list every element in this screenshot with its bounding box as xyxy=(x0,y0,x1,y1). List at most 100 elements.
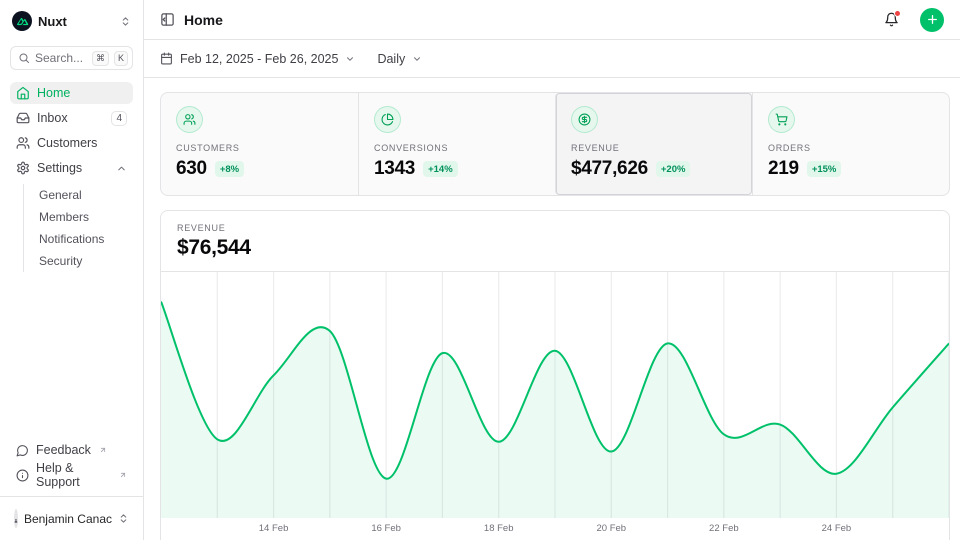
area-chart xyxy=(161,272,949,518)
stat-label: CONVERSIONS xyxy=(374,143,540,153)
chevron-up-icon xyxy=(116,163,127,174)
chart-plot[interactable]: 14 Feb 16 Feb 18 Feb 20 Feb 22 Feb 24 Feb xyxy=(161,272,949,540)
topbar: Home xyxy=(144,0,960,40)
subitem-label: Members xyxy=(39,210,89,224)
x-axis-tick: 24 Feb xyxy=(822,523,852,534)
users-icon xyxy=(16,136,30,150)
stat-value: 219 xyxy=(768,158,799,180)
pie-chart-icon xyxy=(381,113,394,126)
chevron-updown-icon xyxy=(118,513,129,524)
chevron-down-icon xyxy=(345,54,355,64)
app-window: Nuxt Search... ⌘ K Home Inbox 4 Customers Se… xyxy=(0,0,960,540)
sidebar-footer: Feedback Help & Support Benjamin Canac xyxy=(10,439,133,530)
gear-icon xyxy=(16,161,30,175)
sidebar-subitem-members[interactable]: Members xyxy=(35,206,133,228)
arrow-up-right-icon xyxy=(99,446,107,454)
content: CUSTOMERS 630 +8% CONVERSIONS 1343 +14% REVENU… xyxy=(144,78,960,540)
sidebar-item-customers[interactable]: Customers xyxy=(10,132,133,154)
revenue-chart-card: REVENUE $76,544 14 Feb 16 Feb 18 Feb 20 Feb… xyxy=(160,210,950,540)
period-value: Daily xyxy=(377,52,405,66)
filters-toolbar: Feb 12, 2025 - Feb 26, 2025 Daily xyxy=(144,40,960,78)
sidebar-item-inbox[interactable]: Inbox 4 xyxy=(10,107,133,129)
date-range-picker[interactable]: Feb 12, 2025 - Feb 26, 2025 xyxy=(160,52,355,66)
search-input[interactable]: Search... ⌘ K xyxy=(10,46,133,70)
sidebar-subitem-general[interactable]: General xyxy=(35,184,133,206)
nuxt-logo-icon xyxy=(12,11,32,31)
x-axis-tick: 14 Feb xyxy=(259,523,289,534)
sidebar-subitem-notifications[interactable]: Notifications xyxy=(35,228,133,250)
x-axis-tick: 22 Feb xyxy=(709,523,739,534)
footer-link-label: Help & Support xyxy=(36,461,111,489)
stat-delta-badge: +8% xyxy=(215,161,244,177)
main-area: Home Feb 12, 2025 - Feb 26, 2025 Daily xyxy=(144,0,960,540)
stat-value: 1343 xyxy=(374,158,415,180)
stat-card-orders[interactable]: ORDERS 219 +15% xyxy=(752,93,949,195)
stat-label: REVENUE xyxy=(571,143,737,153)
add-button[interactable] xyxy=(920,8,944,32)
chevron-updown-icon xyxy=(120,16,131,27)
stat-card-customers[interactable]: CUSTOMERS 630 +8% xyxy=(161,93,358,195)
sidebar-link-feedback[interactable]: Feedback xyxy=(10,439,133,461)
search-placeholder: Search... xyxy=(35,51,87,65)
calendar-icon xyxy=(160,52,173,65)
stat-card-conversions[interactable]: CONVERSIONS 1343 +14% xyxy=(358,93,555,195)
workspace-switcher[interactable]: Nuxt xyxy=(10,9,133,33)
sidebar-item-label: Home xyxy=(37,86,127,100)
notification-dot xyxy=(894,10,901,17)
stat-value: 630 xyxy=(176,158,207,180)
chart-value: $76,544 xyxy=(177,236,933,260)
chart-x-axis: 14 Feb 16 Feb 18 Feb 20 Feb 22 Feb 24 Feb xyxy=(161,518,949,540)
kbd-cmd: ⌘ xyxy=(92,51,109,66)
x-axis-tick: 18 Feb xyxy=(484,523,514,534)
sidebar-item-label: Settings xyxy=(37,161,109,175)
dollar-circle-icon xyxy=(578,113,591,126)
x-axis-tick: 16 Feb xyxy=(371,523,401,534)
workspace-name: Nuxt xyxy=(38,14,114,29)
collapse-sidebar-icon[interactable] xyxy=(160,12,175,27)
message-bubble-icon xyxy=(16,444,29,457)
sidebar-subitem-security[interactable]: Security xyxy=(35,250,133,272)
chart-header: REVENUE $76,544 xyxy=(161,211,949,272)
divider xyxy=(0,496,143,497)
subitem-label: Security xyxy=(39,254,82,268)
stat-label: ORDERS xyxy=(768,143,934,153)
arrow-up-right-icon xyxy=(119,471,127,479)
stats-row: CUSTOMERS 630 +8% CONVERSIONS 1343 +14% REVENU… xyxy=(160,92,950,196)
user-menu[interactable]: Benjamin Canac xyxy=(10,500,133,530)
stat-delta-badge: +15% xyxy=(807,161,842,177)
sidebar-item-settings[interactable]: Settings xyxy=(10,157,133,179)
sidebar-item-label: Inbox xyxy=(37,111,104,125)
search-icon xyxy=(18,52,30,64)
user-name: Benjamin Canac xyxy=(24,512,112,526)
sidebar: Nuxt Search... ⌘ K Home Inbox 4 Customers Se… xyxy=(0,0,144,540)
subitem-label: Notifications xyxy=(39,232,104,246)
footer-link-label: Feedback xyxy=(36,443,91,457)
sidebar-item-label: Customers xyxy=(37,136,127,150)
chart-label: REVENUE xyxy=(177,223,933,233)
stat-card-revenue[interactable]: REVENUE $477,626 +20% xyxy=(555,93,752,195)
users-icon xyxy=(183,113,196,126)
cart-icon xyxy=(775,113,788,126)
x-axis-tick: 20 Feb xyxy=(596,523,626,534)
sidebar-item-home[interactable]: Home xyxy=(10,82,133,104)
inbox-icon xyxy=(16,111,30,125)
sidebar-nav: Home Inbox 4 Customers Settings General Member… xyxy=(10,82,133,272)
stat-delta-badge: +20% xyxy=(656,161,691,177)
stat-label: CUSTOMERS xyxy=(176,143,343,153)
inbox-count-badge: 4 xyxy=(111,111,127,126)
notifications-button[interactable] xyxy=(884,12,899,27)
sidebar-link-help-support[interactable]: Help & Support xyxy=(10,464,133,486)
info-circle-icon xyxy=(16,469,29,482)
stat-value: $477,626 xyxy=(571,158,648,180)
home-icon xyxy=(16,86,30,100)
date-range-value: Feb 12, 2025 - Feb 26, 2025 xyxy=(180,52,338,66)
chart-plot-area xyxy=(161,272,949,518)
stat-delta-badge: +14% xyxy=(423,161,458,177)
plus-icon xyxy=(926,13,939,26)
kbd-k: K xyxy=(114,51,128,66)
avatar xyxy=(14,509,18,528)
period-select[interactable]: Daily xyxy=(377,52,422,66)
subitem-label: General xyxy=(39,188,82,202)
chevron-down-icon xyxy=(412,54,422,64)
page-title: Home xyxy=(184,12,875,28)
